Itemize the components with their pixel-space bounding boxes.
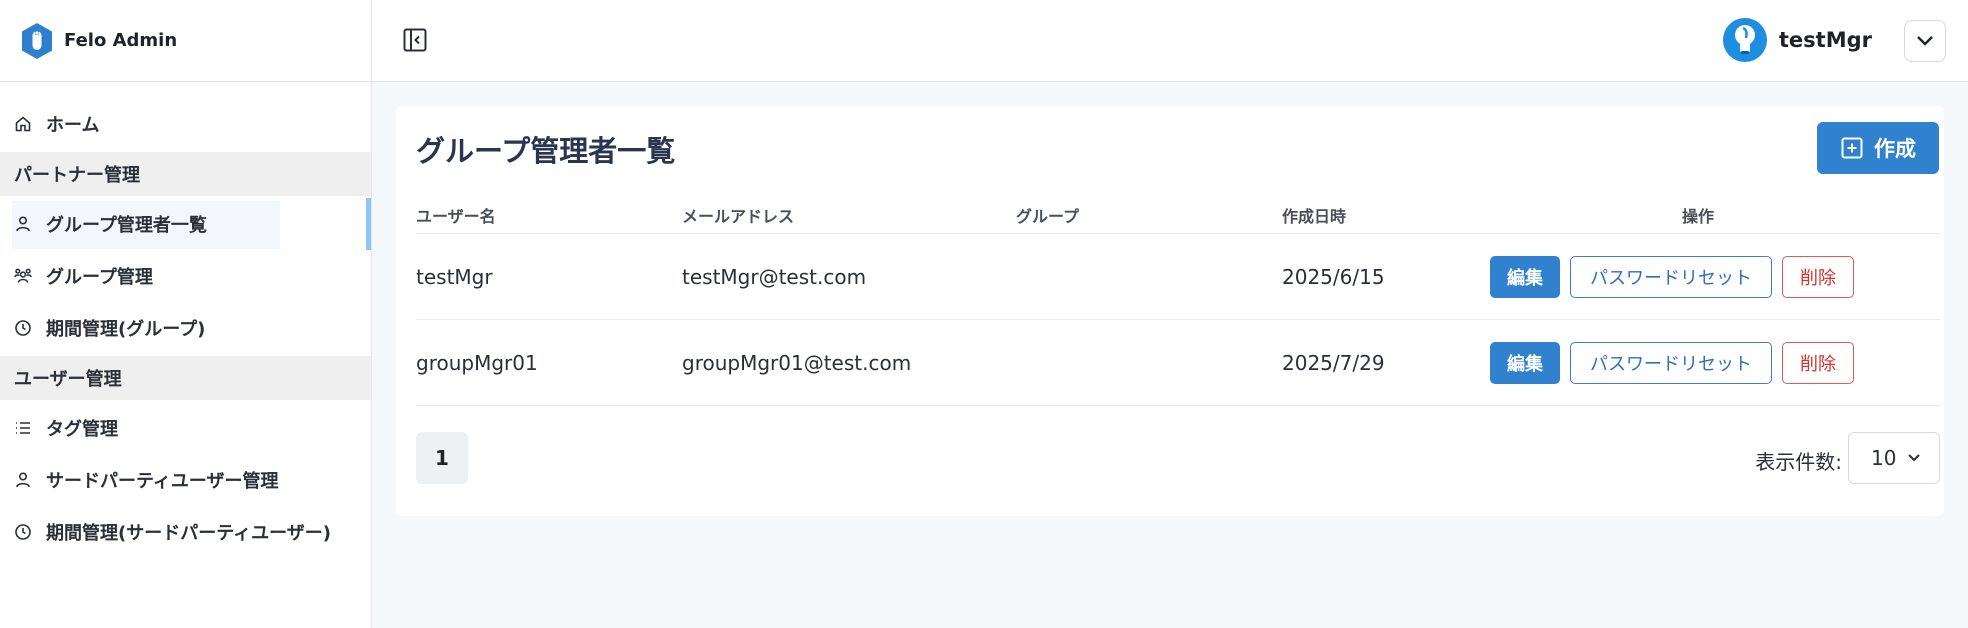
cell-email: groupMgr01@test.com [682, 350, 912, 375]
cell-created: 2025/6/15 [1282, 264, 1385, 289]
table-header: ユーザー名 メールアドレス グループ 作成日時 操作 [416, 196, 1940, 234]
edit-button[interactable]: 編集 [1490, 341, 1560, 384]
sidebar-item-label: グループ管理者一覧 [46, 215, 207, 236]
page-title: グループ管理者一覧 [416, 134, 676, 168]
sidebar-item-third-party-users[interactable]: サードパーティユーザー管理 [0, 454, 371, 506]
sidebar-item-label: サードパーティユーザー管理 [46, 471, 279, 492]
list-icon [14, 419, 32, 437]
top-header: testMgr [372, 0, 1968, 82]
delete-button[interactable]: 削除 [1782, 255, 1854, 298]
home-icon [14, 115, 32, 133]
sidebar-item-label: タグ管理 [46, 419, 118, 440]
chevron-down-icon [1908, 454, 1920, 462]
user-name: testMgr [1778, 28, 1872, 52]
per-page-label: 表示件数: [1755, 450, 1842, 474]
admin-list-card: グループ管理者一覧 作成 ユーザー名 メールアドレス グループ 作成日時 操作 … [396, 106, 1944, 516]
sidebar-collapse-icon[interactable] [402, 27, 428, 53]
active-indicator [366, 198, 371, 250]
sidebar-item-period-group[interactable]: 期間管理(グループ) [0, 302, 371, 354]
sidebar-item-label: 期間管理(サードパーティユーザー) [46, 523, 332, 544]
table-row: groupMgr01 groupMgr01@test.com 2025/7/29… [416, 320, 1940, 406]
clock-icon [14, 523, 32, 541]
app-title: Felo Admin [64, 30, 178, 51]
cell-username: groupMgr01 [416, 350, 538, 375]
cell-email: testMgr@test.com [682, 264, 867, 289]
per-page-value: 10 [1871, 446, 1897, 470]
create-button-label: 作成 [1874, 137, 1916, 161]
sidebar-item-label: ホーム [46, 115, 100, 136]
sidebar-item-label: 期間管理(グループ) [46, 319, 206, 340]
password-reset-button[interactable]: パスワードリセット [1570, 255, 1772, 298]
column-header-group: グループ [1016, 206, 1080, 226]
edit-button[interactable]: 編集 [1490, 255, 1560, 298]
table-row: testMgr testMgr@test.com 2025/6/15 編集 パス… [416, 234, 1940, 320]
password-reset-button[interactable]: パスワードリセット [1570, 341, 1772, 384]
user-icon [14, 471, 32, 489]
user-menu[interactable]: testMgr [1722, 18, 1872, 62]
user-icon [14, 215, 32, 233]
sidebar-item-group-admins[interactable]: グループ管理者一覧 [0, 198, 371, 250]
chevron-down-icon [1917, 36, 1933, 46]
plus-square-icon [1841, 137, 1863, 159]
users-icon [14, 267, 32, 285]
sidebar-item-home[interactable]: ホーム [0, 98, 371, 150]
column-header-username: ユーザー名 [416, 206, 496, 226]
pagination-page-button[interactable]: 1 [416, 432, 468, 484]
sidebar-item-tags[interactable]: タグ管理 [0, 402, 371, 454]
brand[interactable]: Felo Admin [0, 0, 371, 82]
avatar [1722, 18, 1767, 62]
clock-icon [14, 319, 32, 337]
felo-logo-icon [22, 22, 52, 59]
cell-created: 2025/7/29 [1282, 350, 1385, 375]
sidebar-item-label: グループ管理 [46, 267, 153, 288]
delete-button[interactable]: 削除 [1782, 341, 1854, 384]
sidebar-section-partner: パートナー管理 [0, 152, 371, 196]
column-header-created: 作成日時 [1282, 206, 1347, 226]
sidebar-item-period-third-party[interactable]: 期間管理(サードパーティユーザー) [0, 506, 371, 558]
sidebar-item-groups[interactable]: グループ管理 [0, 250, 371, 302]
sidebar: Felo Admin ホーム パートナー管理 グループ管理者一覧 グループ管理 [0, 0, 372, 628]
sidebar-nav: ホーム パートナー管理 グループ管理者一覧 グループ管理 期間管理(グループ) … [0, 82, 371, 558]
create-button[interactable]: 作成 [1817, 122, 1939, 174]
cell-username: testMgr [416, 264, 493, 289]
per-page-select[interactable]: 10 [1848, 432, 1940, 484]
user-dropdown-button[interactable] [1904, 20, 1946, 62]
column-header-actions: 操作 [1682, 206, 1715, 226]
sidebar-section-users: ユーザー管理 [0, 356, 371, 400]
column-header-email: メールアドレス [682, 206, 795, 226]
